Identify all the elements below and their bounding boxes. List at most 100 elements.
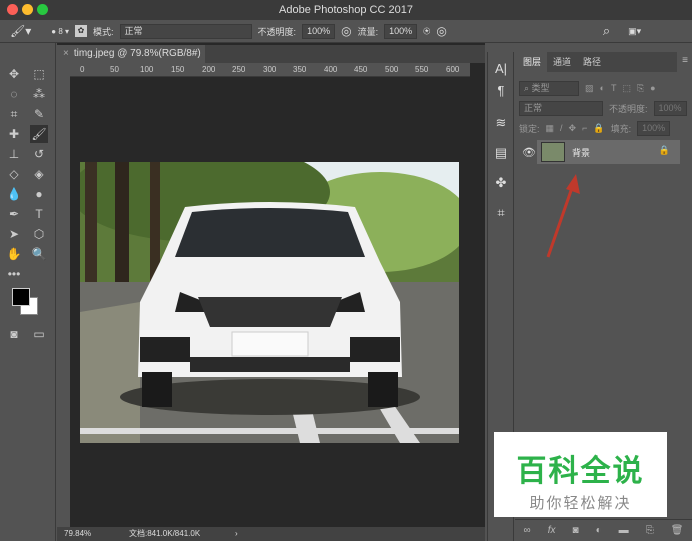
healing-brush-tool-icon[interactable]: ✚ [5,125,23,143]
mode-select[interactable]: 正常 [119,23,252,39]
ruler-tick: 200 [202,65,216,74]
adjustment-layer-icon[interactable]: ◐ [596,525,602,536]
pressure-opacity-icon[interactable]: ◎ [341,24,351,38]
lock-transparency-icon[interactable]: ▦ [546,123,555,134]
link-layers-icon[interactable]: ∞ [524,525,531,536]
opacity-label: 不透明度: [257,26,297,37]
dodge-tool-icon[interactable]: ● [30,185,48,203]
pen-tool-icon[interactable]: ✒ [5,205,23,223]
opacity-input[interactable]: 100% [302,23,336,39]
paint-bucket-tool-icon[interactable]: ◈ [30,165,48,183]
layer-name[interactable]: 背景 [572,146,590,159]
lock-pixels-icon[interactable]: / [560,123,563,133]
filter-adjustment-icon[interactable]: ◐ [600,83,605,93]
watermark: 百科全说 助你轻松解决 [494,432,667,517]
status-menu-arrow-icon[interactable]: › [235,527,238,541]
delete-layer-icon[interactable]: 🗑 [671,525,684,536]
zoom-level[interactable]: 79.84% [64,527,91,541]
stamp-tool-icon[interactable]: ⊥ [5,145,23,163]
magic-wand-tool-icon[interactable]: ⁂ [30,85,48,103]
brush-panel-icon[interactable]: ✿ [75,25,88,37]
brush-size-picker[interactable]: ● 8 ▾ [51,27,69,36]
foreground-color-swatch[interactable] [12,288,30,306]
blend-mode-select[interactable]: 正常 [519,100,603,116]
maximize-window-button[interactable] [37,4,48,15]
quick-mask-icon[interactable]: ◙ [5,325,23,343]
lasso-tool-icon[interactable]: ◌ [5,85,23,103]
layers-panel-icon[interactable]: ≋ [492,114,510,132]
shape-tool-icon[interactable]: ⬡ [30,225,48,243]
vertical-ruler [57,63,70,527]
ruler-tick: 250 [232,65,246,74]
new-group-icon[interactable]: ▬ [619,525,629,536]
type-tool-icon[interactable]: T [30,205,48,223]
ruler-tick: 400 [324,65,338,74]
panel-menu-icon[interactable]: ≡ [682,55,688,66]
brush-tool-preset-icon[interactable]: 🖌▾ [10,24,31,38]
fill-input[interactable]: 100% [637,120,671,136]
layer-style-icon[interactable]: fx [548,525,556,536]
title-bar: Adobe Photoshop CC 2017 [0,0,692,20]
lock-label: 锁定: [519,123,540,134]
filter-label: 类型 [531,82,550,93]
minimize-window-button[interactable] [22,4,33,15]
filter-toggle-icon[interactable]: ● [650,83,655,93]
pressure-size-icon[interactable]: ◎ [436,24,446,38]
workspace-icon[interactable]: ▣▾ [628,26,641,37]
filter-shape-icon[interactable]: ⬚ [622,83,631,94]
layer-visibility-eye-icon[interactable]: 👁 [522,146,536,159]
hand-tool-icon[interactable]: ✋ [5,245,23,263]
layers-panel-footer: ∞ fx ◙ ◐ ▬ ⎘ 🗑 [515,519,692,541]
flow-input[interactable]: 100% [384,23,418,39]
filter-smart-object-icon[interactable]: ⎘ [637,83,644,94]
brush-size: 8 [58,26,63,36]
mode-label: 模式: [93,26,114,37]
toolbox: ✥ ⬚ ◌ ⁂ ⌗ ✎ ✚ 🖌 ⊥ ↺ ◇ ◈ 💧 ● ✒ T ➤ ⬡ ✋ 🔍 … [0,43,56,541]
document-tab[interactable]: × timg.jpeg @ 79.8%(RGB/8#) [57,45,205,63]
filter-type-icon[interactable]: T [611,83,617,93]
layer-row[interactable]: 背景 🔒 [537,140,680,164]
tab-channels[interactable]: 通道 [547,52,578,72]
blur-tool-icon[interactable]: 💧 [5,185,23,203]
mode-value: 正常 [124,25,143,36]
libraries-panel-icon[interactable]: ▤ [492,144,510,162]
car-photo[interactable] [80,162,459,443]
document-size: 文档:841.0K/841.0K [129,529,201,538]
new-layer-icon[interactable]: ⎘ [646,525,654,536]
layer-filter-select[interactable]: ⌕ 类型 [519,80,579,96]
lock-all-icon[interactable]: 🔒 [593,123,604,134]
brush-tool-icon[interactable]: 🖌 [30,125,48,143]
layer-opacity-input[interactable]: 100% [653,100,687,116]
ruler-tick: 150 [171,65,185,74]
fill-label: 填充: [610,123,632,134]
ruler-tick: 600 [446,65,460,74]
search-icon[interactable]: ⌕ [603,23,610,39]
filter-pixel-icon[interactable]: ▨ [585,83,594,94]
more-tools-icon[interactable]: ••• [5,265,23,283]
path-selection-tool-icon[interactable]: ➤ [5,225,23,243]
add-mask-icon[interactable]: ◙ [573,525,579,536]
flow-label: 流量: [357,26,379,37]
document-tab-title: timg.jpeg @ 79.8%(RGB/8#) [73,48,201,59]
paragraph-panel-icon[interactable]: ¶ [492,82,510,100]
close-tab-icon[interactable]: × [63,48,69,59]
tab-layers[interactable]: 图层 [517,52,548,72]
eyedropper-tool-icon[interactable]: ✎ [30,105,48,123]
crop-panel-icon[interactable]: ⌗ [492,204,510,222]
lock-position-icon[interactable]: ✥ [569,123,577,134]
eraser-tool-icon[interactable]: ◇ [5,165,23,183]
character-panel-icon[interactable]: A| [492,60,510,78]
crop-tool-icon[interactable]: ⌗ [5,105,23,123]
lock-artboard-icon[interactable]: ⌐ [582,123,587,133]
adjustments-panel-icon[interactable]: ✤ [492,174,510,192]
screen-mode-icon[interactable]: ▭ [30,325,48,343]
close-window-button[interactable] [7,4,18,15]
airbrush-icon[interactable]: ⍟ [423,24,430,39]
ruler-tick: 450 [354,65,368,74]
history-brush-tool-icon[interactable]: ↺ [30,145,48,163]
tab-paths[interactable]: 路径 [577,52,608,72]
zoom-tool-icon[interactable]: 🔍 [30,245,48,263]
move-tool-icon[interactable]: ✥ [5,65,23,83]
ruler-tick: 50 [110,65,119,74]
marquee-tool-icon[interactable]: ⬚ [30,65,48,83]
